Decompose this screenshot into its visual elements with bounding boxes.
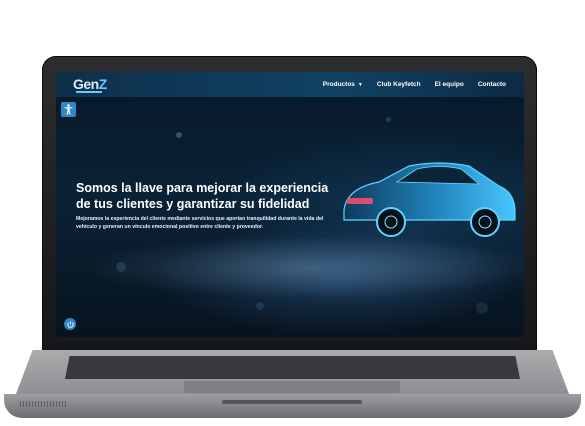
power-icon [66, 321, 74, 328]
laptop-keyboard [65, 356, 520, 379]
accessibility-button[interactable] [61, 102, 76, 117]
hero-ground-glow [56, 237, 524, 337]
logo-underline [76, 91, 102, 93]
bokeh-light [476, 302, 488, 314]
floating-round-button[interactable] [64, 318, 76, 330]
laptop-trackpad [184, 381, 400, 393]
logo-accent: Z [98, 76, 108, 92]
logo-text: Gen [73, 76, 99, 92]
nav-item-contacto[interactable]: Contacto [478, 81, 506, 88]
bokeh-light [176, 132, 182, 138]
nav-item-el-equipo[interactable]: El equipo [435, 81, 464, 88]
laptop-front-edge [4, 394, 581, 418]
accessibility-icon [64, 104, 73, 115]
navbar: GenZ Productos ▼ Club Keyfetch El equipo … [56, 72, 524, 97]
nav-item-label: Productos [322, 81, 355, 88]
nav-menu: Productos ▼ Club Keyfetch El equipo Conta… [323, 72, 506, 97]
car-illustration [343, 162, 516, 237]
bokeh-light [386, 117, 391, 122]
nav-item-club-keyfetch[interactable]: Club Keyfetch [377, 81, 421, 88]
laptop-screen: GenZ Productos ▼ Club Keyfetch El equipo … [56, 72, 524, 337]
laptop-vents [20, 401, 66, 407]
nav-item-productos[interactable]: Productos ▼ [323, 81, 363, 88]
hero-title: Somos la llave para mejorar la experienc… [76, 181, 329, 211]
hero-subtitle: Mejoramos la experiencia del cliente med… [76, 216, 324, 230]
brand-logo[interactable]: GenZ [73, 76, 107, 92]
chevron-down-icon: ▼ [357, 82, 363, 88]
bokeh-light [116, 262, 126, 272]
laptop-groove [222, 400, 362, 404]
bokeh-light [256, 302, 264, 310]
